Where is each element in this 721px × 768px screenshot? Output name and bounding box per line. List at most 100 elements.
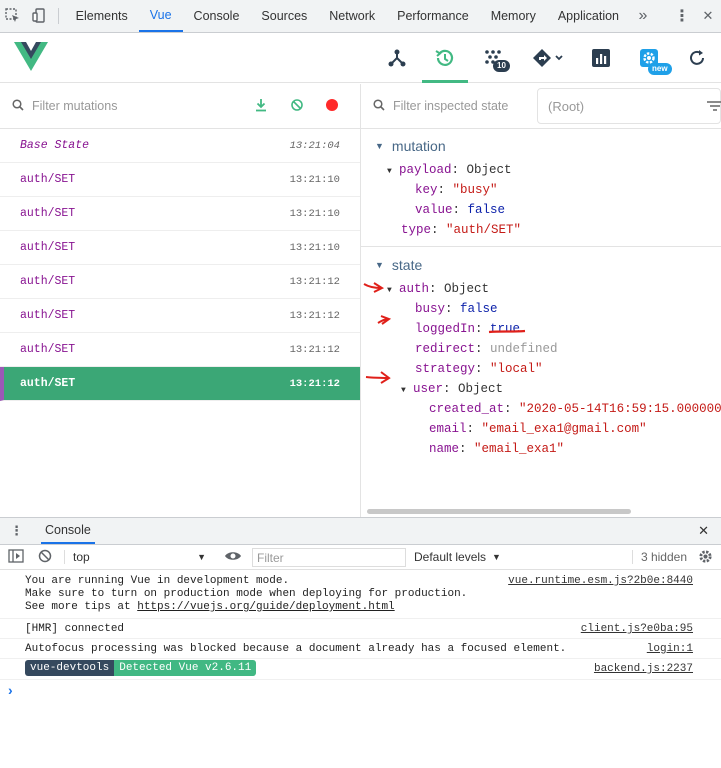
- console-settings-icon[interactable]: [698, 549, 713, 567]
- console-message-link[interactable]: https://vuejs.org/guide/deployment.html: [137, 601, 394, 613]
- collapse-triangle-icon[interactable]: ▼: [375, 141, 384, 151]
- dropdown-triangle-icon: ▼: [492, 552, 501, 562]
- mutation-row[interactable]: auth/SET 13:21:10: [0, 231, 360, 265]
- refresh-icon[interactable]: [682, 43, 712, 73]
- record-icon[interactable]: [325, 98, 339, 115]
- inspector-filter-input[interactable]: Filter inspected state: [393, 99, 508, 113]
- vue-version-pill: Detected Vue v2.6.11: [114, 660, 257, 676]
- mutation-row[interactable]: auth/SET 13:21:12: [0, 265, 360, 299]
- tab-sources[interactable]: Sources: [250, 0, 318, 32]
- events-icon[interactable]: 10: [478, 43, 510, 73]
- vue-devtools-header: 10 new: [0, 33, 721, 83]
- events-count-badge: 10: [493, 60, 510, 72]
- clear-console-icon[interactable]: [38, 549, 52, 566]
- console-source-link[interactable]: client.js?e0ba:95: [581, 623, 693, 635]
- mutation-section-title: mutation: [391, 138, 446, 154]
- collapse-triangle-icon[interactable]: ▼: [375, 260, 384, 270]
- tab-console[interactable]: Console: [183, 0, 251, 32]
- mutation-name: auth/SET: [20, 207, 76, 220]
- state-section: ▼ state: [361, 255, 721, 275]
- vuex-history-icon[interactable]: [422, 43, 468, 83]
- console-message-text: Autofocus processing was blocked because…: [25, 643, 567, 655]
- search-icon: [12, 98, 24, 114]
- eye-icon[interactable]: [224, 550, 242, 565]
- device-toolbar-icon[interactable]: [26, 0, 52, 32]
- payload-row[interactable]: ▼ payload: Object: [387, 163, 512, 177]
- tab-network[interactable]: Network: [318, 0, 386, 32]
- sidebar-toggle-icon[interactable]: [8, 548, 24, 566]
- state-section-header[interactable]: ▼ state: [375, 255, 721, 275]
- expand-triangle-icon[interactable]: ▼: [387, 167, 399, 176]
- root-select-value: (Root): [548, 98, 585, 114]
- mutation-time: 13:21:12: [289, 343, 340, 356]
- close-drawer-icon[interactable]: ✕: [698, 523, 709, 539]
- mutation-name: Base State: [20, 139, 90, 152]
- mutation-row[interactable]: auth/SET 13:21:10: [0, 197, 360, 231]
- console-source-link[interactable]: vue.runtime.esm.js?2b0e:8440: [508, 575, 693, 587]
- mutations-filter-input[interactable]: Filter mutations: [32, 99, 117, 113]
- inspector-filter-bar: Filter inspected state (Root): [361, 84, 721, 129]
- tab-application[interactable]: Application: [547, 0, 630, 32]
- routing-icon[interactable]: [528, 43, 568, 73]
- console-prompt[interactable]: ›: [8, 682, 13, 698]
- console-source-link[interactable]: backend.js:2237: [594, 663, 693, 675]
- mutation-time: 13:21:10: [289, 241, 340, 254]
- tabbar-divider: [57, 8, 59, 24]
- created-at-row: created_at: "2020-05-14T16:59:15.000000: [429, 402, 721, 416]
- components-icon[interactable]: [382, 43, 412, 73]
- console-filter-input[interactable]: Filter: [252, 547, 406, 567]
- filter-list-icon[interactable]: [706, 100, 721, 115]
- context-selector[interactable]: top ▼: [64, 550, 206, 564]
- console-drawer-tab[interactable]: Console: [41, 518, 95, 544]
- log-levels-label: Default levels: [414, 550, 487, 564]
- settings-icon[interactable]: new: [634, 43, 672, 75]
- prompt-chevron-icon: ›: [8, 682, 13, 698]
- devtools-tabbar: Elements Vue Console Sources Network Per…: [0, 0, 721, 33]
- inspect-element-icon[interactable]: [0, 0, 26, 32]
- tab-performance[interactable]: Performance: [386, 0, 480, 32]
- mutation-row[interactable]: auth/SET 13:21:10: [0, 163, 360, 197]
- console-filter-placeholder: Filter: [257, 550, 284, 565]
- payload-value-row: value: false: [415, 203, 506, 217]
- hidden-count: 3 hidden: [631, 550, 687, 564]
- vue-devtools-pill: vue-devtools: [25, 660, 115, 676]
- context-selector-value: top: [73, 550, 90, 564]
- mutation-name: auth/SET: [20, 275, 76, 288]
- red-annotation-marks: [363, 282, 526, 384]
- mutation-row[interactable]: auth/SET 13:21:12: [0, 299, 360, 333]
- console-message: [HMR] connected client.js?e0ba:95: [0, 619, 721, 639]
- tab-elements[interactable]: Elements: [65, 0, 139, 32]
- mutations-filter-bar: Filter mutations: [0, 84, 360, 129]
- mutation-name: auth/SET: [20, 173, 76, 186]
- mutation-time: 13:21:04: [289, 139, 340, 152]
- settings-new-badge: new: [648, 63, 672, 75]
- mutation-name: auth/SET: [20, 241, 76, 254]
- close-devtools-icon[interactable]: ✕: [695, 8, 721, 24]
- horizontal-scrollbar[interactable]: [367, 509, 631, 514]
- drawer-menu-icon[interactable]: ⋮: [10, 523, 23, 539]
- underline-loggedin-annotation: [488, 329, 526, 334]
- tab-memory[interactable]: Memory: [480, 0, 547, 32]
- mutation-time: 13:21:10: [289, 207, 340, 220]
- console-message: vue-devtools Detected Vue v2.6.11 backend…: [0, 659, 721, 680]
- mutation-time: 13:21:12: [289, 309, 340, 322]
- log-levels-dropdown[interactable]: Default levels ▼: [414, 550, 634, 564]
- commit-all-icon[interactable]: [254, 98, 268, 115]
- mutation-row[interactable]: auth/SET 13:21:12: [0, 367, 360, 401]
- mutation-name: auth/SET: [20, 343, 76, 356]
- arrow-auth-annotation: [363, 282, 385, 293]
- console-source-link[interactable]: login:1: [647, 643, 693, 655]
- console-message: Autofocus processing was blocked because…: [0, 639, 721, 659]
- kebab-menu-icon[interactable]: ⋮: [669, 6, 695, 26]
- mutation-section-header[interactable]: ▼ mutation: [375, 136, 721, 156]
- mutation-row-base-state[interactable]: Base State 13:21:04: [0, 129, 360, 163]
- more-tabs-icon[interactable]: »: [630, 7, 656, 25]
- mutation-time: 13:21:12: [289, 275, 340, 288]
- performance-icon[interactable]: [586, 43, 616, 73]
- mutation-name: auth/SET: [20, 377, 76, 390]
- revert-all-icon[interactable]: [290, 98, 304, 115]
- root-select[interactable]: (Root): [537, 88, 721, 124]
- tab-vue[interactable]: Vue: [138, 0, 183, 32]
- arrow-loggedin-annotation: [377, 315, 392, 325]
- mutation-row[interactable]: auth/SET 13:21:12: [0, 333, 360, 367]
